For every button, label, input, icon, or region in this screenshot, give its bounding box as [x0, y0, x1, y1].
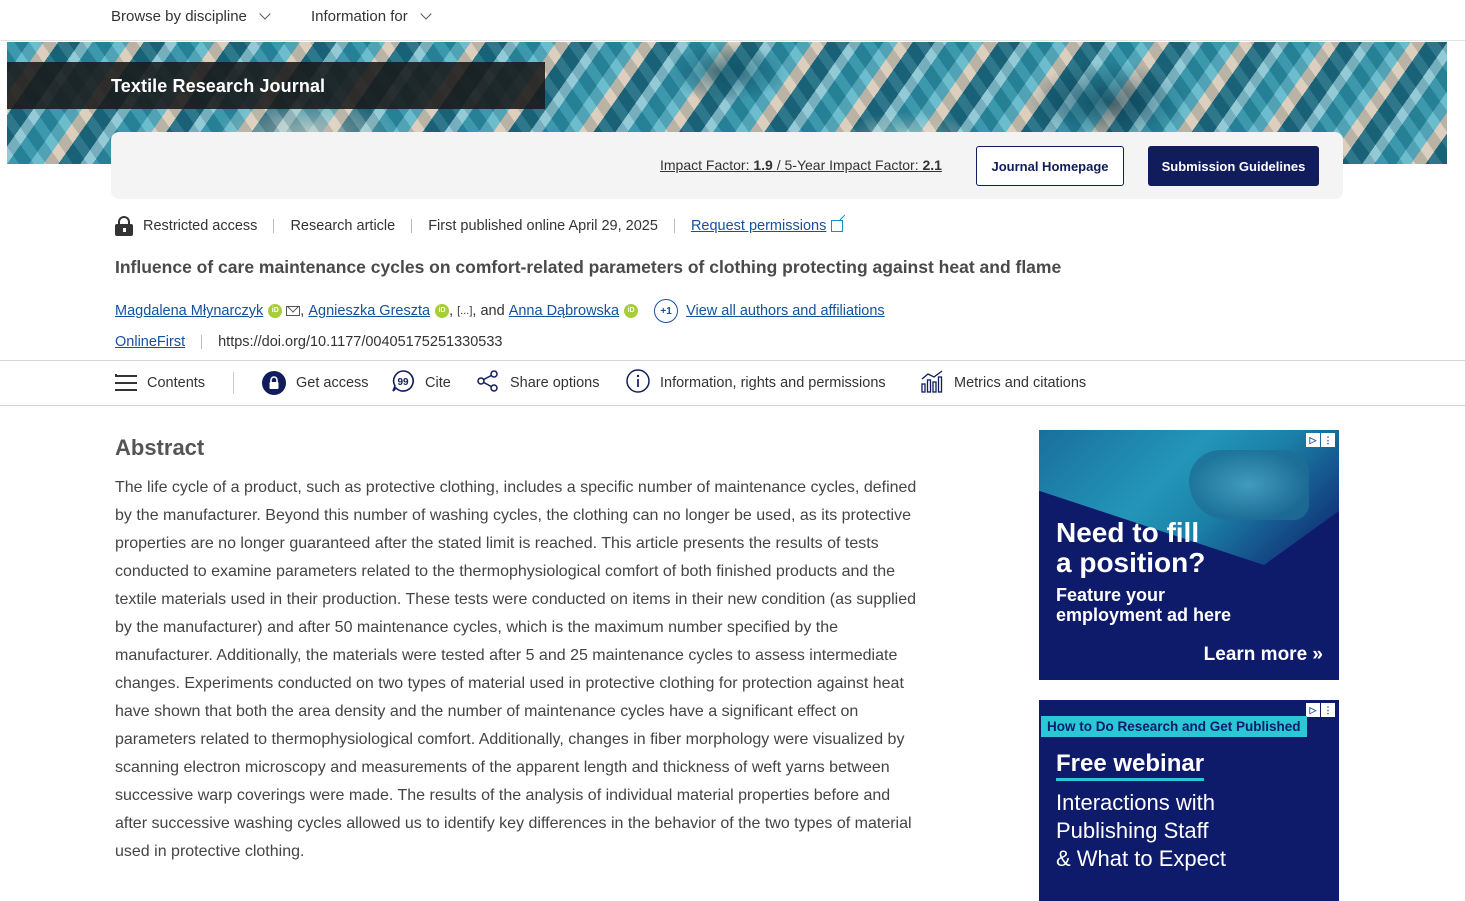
five-year-impact-label: 5-Year Impact Factor: — [784, 157, 919, 173]
information-for-label: Information for — [311, 8, 408, 25]
information-for-menu[interactable]: Information for — [311, 8, 432, 25]
view-all-authors-link[interactable]: View all authors and affiliations — [686, 303, 885, 319]
publication-date: First published online April 29, 2025 — [428, 218, 658, 234]
bar-chart-icon — [920, 369, 944, 397]
impact-factor-separator: / — [776, 157, 781, 173]
divider — [411, 219, 413, 233]
ad-line3: & What to Expect — [1056, 846, 1226, 871]
author-and: , and — [472, 303, 505, 319]
get-access-button[interactable]: Get access — [262, 369, 369, 397]
lock-icon — [262, 371, 286, 395]
ad-headline-line2: a position? — [1056, 547, 1206, 578]
info-icon — [626, 369, 650, 397]
ad-line2: Publishing Staff — [1056, 818, 1209, 843]
learn-more-button[interactable]: Learn more » — [1204, 644, 1323, 666]
ad-headline: Need to fill a position? — [1056, 518, 1205, 578]
webinar-ad[interactable]: ▷ ⋮ How to Do Research and Get Published… — [1039, 700, 1339, 901]
cite-button[interactable]: 99 Cite — [391, 369, 451, 397]
five-year-impact-value: 2.1 — [922, 157, 942, 173]
journal-title[interactable]: Textile Research Journal — [111, 76, 325, 97]
author-comma: , — [449, 303, 458, 319]
lock-icon — [115, 216, 133, 236]
external-link-icon — [831, 220, 844, 232]
handshake-illustration — [1189, 450, 1309, 520]
article-toolbar: Contents Get access 99 Cite Share option… — [0, 360, 1465, 406]
employment-ad[interactable]: ▷ ⋮ Need to fill a position? Feature you… — [1039, 430, 1339, 680]
quote-icon: 99 — [391, 369, 415, 397]
learn-more-label: Learn more — [1203, 644, 1308, 665]
divider — [273, 219, 275, 233]
ad-choices-badge[interactable]: ▷ ⋮ — [1306, 433, 1335, 447]
ad-subtitle-line2: employment ad here — [1056, 605, 1232, 625]
divider — [233, 372, 234, 394]
authors-ellipsis[interactable]: [...] — [457, 305, 472, 317]
divider — [673, 219, 675, 233]
metrics-citations-button[interactable]: Metrics and citations — [920, 369, 1086, 397]
chevron-down-icon — [259, 8, 271, 20]
ad-webinar-subtitle: Interactions with Publishing Staff & Wha… — [1056, 789, 1226, 873]
double-chevron-right-icon: » — [1312, 644, 1323, 665]
ad-menu-icon: ⋮ — [1321, 703, 1335, 717]
author-link[interactable]: Agnieszka Greszta — [308, 303, 430, 319]
impact-factor-value: 1.9 — [753, 157, 773, 173]
contents-button[interactable]: Contents — [115, 369, 205, 397]
abstract-heading: Abstract — [115, 435, 205, 460]
ad-line1: Interactions with — [1056, 790, 1215, 815]
ad-headline-line1: Need to fill — [1056, 517, 1200, 548]
browse-by-discipline-menu[interactable]: Browse by discipline — [111, 8, 271, 25]
article-meta-row: Restricted access Research article First… — [115, 215, 844, 237]
doi-row: OnlineFirst https://doi.org/10.1177/0040… — [115, 332, 502, 352]
ad-subtitle-line1: Feature your — [1056, 585, 1166, 605]
author-link[interactable]: Anna Dąbrowska — [509, 303, 619, 319]
impact-factor-label: Impact Factor: — [660, 157, 750, 173]
metrics-citations-label: Metrics and citations — [954, 375, 1087, 391]
information-rights-label: Information, rights and permissions — [660, 375, 886, 391]
ad-play-icon: ▷ — [1306, 703, 1320, 717]
author-comma: , — [300, 303, 309, 319]
ad-subtitle: Feature your employment ad here — [1056, 585, 1231, 625]
divider — [201, 335, 203, 349]
ad-tag: How to Do Research and Get Published — [1041, 716, 1307, 737]
information-rights-button[interactable]: Information, rights and permissions — [626, 369, 886, 397]
more-authors-badge[interactable]: +1 — [654, 299, 679, 323]
orcid-icon[interactable]: iD — [435, 304, 450, 318]
ad-menu-icon: ⋮ — [1321, 433, 1335, 447]
orcid-icon[interactable]: iD — [268, 304, 283, 318]
cite-label: Cite — [425, 375, 451, 391]
issue-link[interactable]: OnlineFirst — [115, 334, 185, 350]
orcid-icon[interactable]: iD — [624, 304, 639, 318]
abstract-text: The life cycle of a product, such as pro… — [115, 479, 917, 860]
menu-icon — [115, 374, 137, 392]
access-status: Restricted access — [143, 218, 258, 234]
article-title: Influence of care maintenance cycles on … — [115, 257, 1062, 277]
svg-text:99: 99 — [397, 377, 409, 388]
doi-text[interactable]: https://doi.org/10.1177/0040517525133053… — [218, 334, 502, 350]
email-icon[interactable] — [286, 306, 301, 316]
top-navigation: Browse by discipline Information for — [0, 0, 1465, 41]
author-link[interactable]: Magdalena Młynarczyk — [115, 303, 263, 319]
ad-webinar-title: Free webinar — [1056, 750, 1205, 781]
ad-choices-badge[interactable]: ▷ ⋮ — [1306, 703, 1335, 717]
share-options-button[interactable]: Share options — [476, 369, 599, 397]
request-permissions-link[interactable]: Request permissions — [691, 218, 826, 234]
share-icon — [476, 369, 500, 397]
browse-by-discipline-label: Browse by discipline — [111, 8, 247, 25]
chevron-down-icon — [420, 8, 432, 20]
submission-guidelines-button[interactable]: Submission Guidelines — [1148, 146, 1319, 186]
journal-homepage-button[interactable]: Journal Homepage — [976, 146, 1124, 186]
author-list: Magdalena Młynarczyk iD , Agnieszka Gres… — [115, 299, 885, 323]
share-options-label: Share options — [510, 375, 600, 391]
ad-play-icon: ▷ — [1306, 433, 1320, 447]
contents-label: Contents — [147, 375, 206, 391]
impact-factor-link[interactable]: Impact Factor: 1.9 / 5-Year Impact Facto… — [660, 157, 942, 173]
get-access-label: Get access — [296, 375, 369, 391]
article-type: Research article — [290, 218, 396, 234]
